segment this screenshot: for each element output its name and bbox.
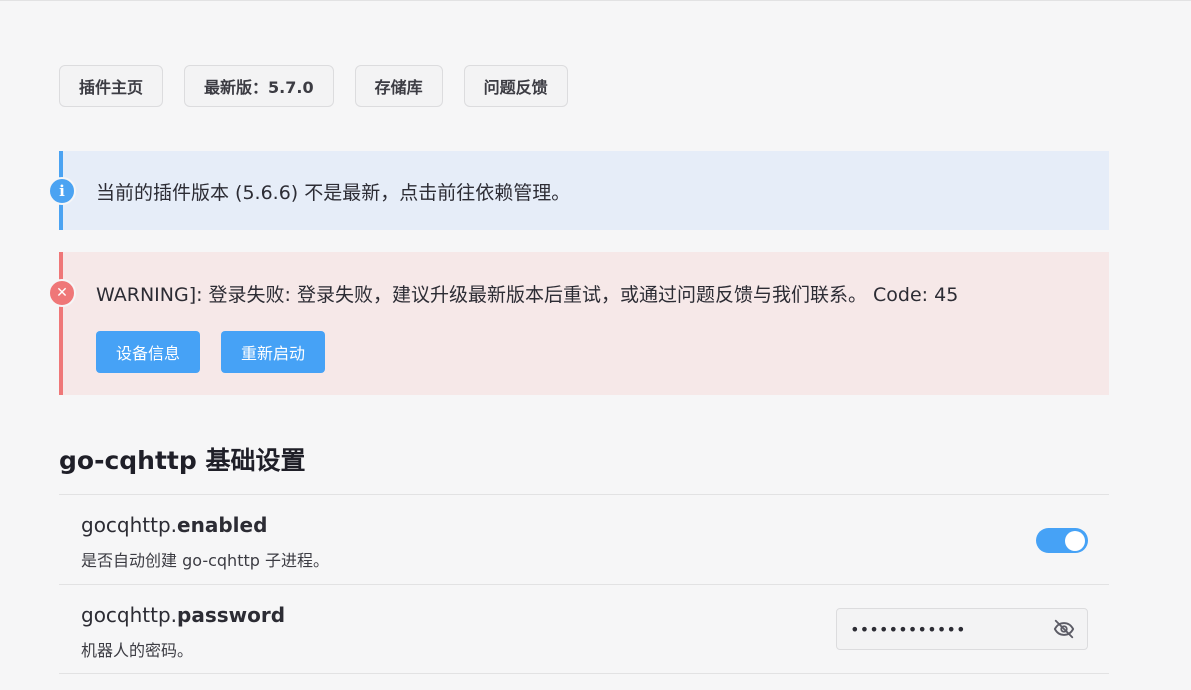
latest-version-button[interactable]: 最新版：5.7.0 — [184, 65, 334, 107]
setting-password-prefix: gocqhttp. — [81, 603, 178, 627]
version-info-text: 当前的插件版本 (5.6.6) 不是最新，点击前往依赖管理。 — [96, 182, 571, 204]
password-field — [836, 608, 1088, 650]
setting-password-description: 机器人的密码。 — [81, 641, 194, 660]
plugin-home-button[interactable]: 插件主页 — [59, 65, 164, 107]
setting-enabled-key: enabled — [177, 513, 268, 537]
setting-enabled-row: gocqhttp.enabled 是否自动创建 go-cqhttp 子进程。 — [59, 494, 1109, 584]
feedback-button[interactable]: 问题反馈 — [463, 65, 568, 107]
version-info-notice[interactable]: i 当前的插件版本 (5.6.6) 不是最新，点击前往依赖管理。 — [48, 151, 1109, 230]
section-title: go-cqhttp 基础设置 — [59, 446, 306, 475]
error-icon: ✕ — [48, 279, 76, 307]
toggle-knob — [1065, 530, 1085, 551]
error-actions: 设备信息 重新启动 — [96, 331, 326, 373]
setting-password-name: gocqhttp.password — [81, 603, 285, 627]
enabled-toggle[interactable] — [1036, 528, 1088, 553]
setting-enabled-name: gocqhttp.enabled — [81, 513, 267, 537]
login-error-text: WARNING]: 登录失败: 登录失败，建议升级最新版本后重试，或通过问题反馈… — [96, 284, 959, 306]
password-input[interactable] — [850, 609, 1040, 649]
eye-off-icon[interactable] — [1053, 618, 1075, 640]
setting-enabled-description: 是否自动创建 go-cqhttp 子进程。 — [81, 551, 329, 570]
plugin-links: 插件主页 最新版：5.7.0 存储库 问题反馈 — [59, 65, 568, 107]
setting-password-row: gocqhttp.password 机器人的密码。 — [59, 584, 1109, 674]
restart-button[interactable]: 重新启动 — [221, 331, 326, 373]
login-error-notice: ✕ WARNING]: 登录失败: 登录失败，建议升级最新版本后重试，或通过问题… — [48, 252, 1109, 395]
device-info-button[interactable]: 设备信息 — [96, 331, 201, 373]
setting-enabled-prefix: gocqhttp. — [81, 513, 178, 537]
repository-button[interactable]: 存储库 — [354, 65, 443, 107]
info-icon: i — [48, 177, 76, 205]
setting-password-key: password — [177, 603, 286, 627]
